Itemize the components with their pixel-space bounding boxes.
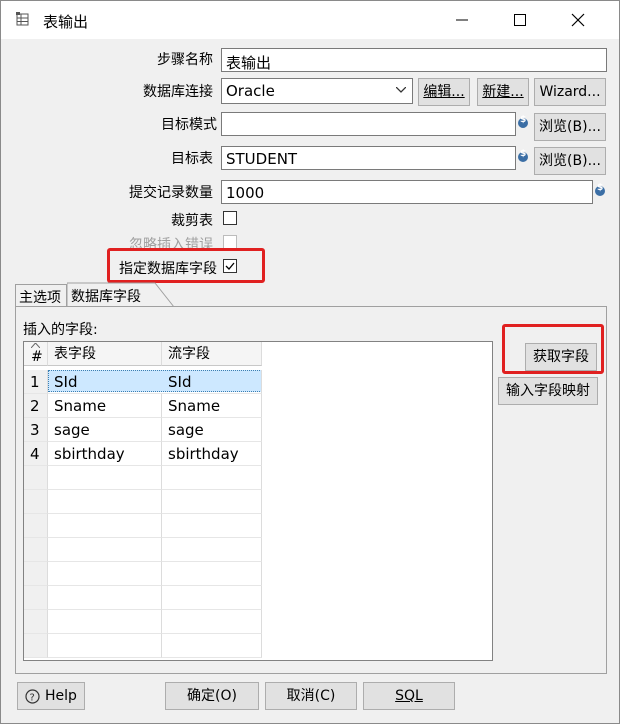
map-fields-button[interactable]: 输入字段映射 xyxy=(498,377,598,405)
title-bar: 表输出 xyxy=(1,1,619,39)
window-title: 表输出 xyxy=(43,13,89,31)
table-row[interactable]: 4 sbirthday sbirthday xyxy=(24,442,492,466)
edit-label: 编辑... xyxy=(423,84,465,100)
map-fields-label: 输入字段映射 xyxy=(506,383,590,399)
variable-icon xyxy=(518,115,528,128)
tab-main-options[interactable]: 主选项 xyxy=(15,284,67,306)
cancel-button[interactable]: 取消(C) xyxy=(265,682,357,710)
commit-size-label: 提交记录数量 xyxy=(129,185,213,201)
table-row[interactable]: 2 Sname Sname xyxy=(24,394,492,418)
target-table-label: 目标表 xyxy=(171,151,213,167)
sql-button[interactable]: SQL xyxy=(363,682,455,710)
help-button[interactable]: ? Help xyxy=(17,682,85,710)
wizard-label: Wizard... xyxy=(539,84,601,100)
column-header-stream-field[interactable]: 流字段 xyxy=(162,342,262,366)
get-fields-highlight xyxy=(502,324,604,374)
target-schema-label: 目标模式 xyxy=(161,117,217,133)
browse-label: 浏览(B)... xyxy=(539,153,601,169)
sql-label: SQL xyxy=(395,688,423,704)
column-header-num[interactable]: # xyxy=(24,342,48,366)
table-row-empty xyxy=(24,586,492,610)
fields-table[interactable]: # 表字段 流字段 1 SId SId 2 Sname Sname 3 sage… xyxy=(23,341,493,661)
table-row-empty xyxy=(24,466,492,490)
browse-schema-button[interactable]: 浏览(B)... xyxy=(534,113,606,141)
table-row-empty xyxy=(24,562,492,586)
wizard-button[interactable]: Wizard... xyxy=(534,78,606,106)
browse-label: 浏览(B)... xyxy=(539,119,601,135)
close-icon xyxy=(571,13,585,27)
commit-size-input[interactable]: 1000 xyxy=(221,180,593,204)
variable-icon xyxy=(518,149,528,162)
tab-main-options-label: 主选项 xyxy=(19,290,61,306)
close-button[interactable] xyxy=(557,5,603,35)
db-connection-select[interactable]: Oracle xyxy=(221,78,413,104)
step-name-input[interactable]: 表输出 xyxy=(221,48,607,72)
table-row[interactable]: 1 SId SId xyxy=(24,370,492,394)
table-header: # 表字段 流字段 xyxy=(24,342,492,366)
svg-text:?: ? xyxy=(30,693,35,704)
new-label: 新建... xyxy=(482,84,524,100)
maximize-icon xyxy=(514,14,526,26)
minimize-button[interactable] xyxy=(441,5,487,35)
help-label: Help xyxy=(45,688,77,704)
table-row[interactable]: 3 sage sage xyxy=(24,418,492,442)
browse-table-button[interactable]: 浏览(B)... xyxy=(534,147,606,175)
db-connection-label: 数据库连接 xyxy=(143,84,213,100)
truncate-label: 裁剪表 xyxy=(171,213,213,229)
edit-connection-button[interactable]: 编辑... xyxy=(418,78,470,106)
target-schema-input[interactable] xyxy=(221,112,516,136)
table-row-empty xyxy=(24,610,492,634)
table-output-icon xyxy=(16,12,29,26)
table-row-empty xyxy=(24,538,492,562)
maximize-button[interactable] xyxy=(499,5,545,35)
variable-icon xyxy=(595,183,605,196)
cancel-label: 取消(C) xyxy=(286,688,336,704)
table-row-empty xyxy=(24,490,492,514)
step-name-label: 步骤名称 xyxy=(157,52,213,68)
new-connection-button[interactable]: 新建... xyxy=(477,78,529,106)
specify-fields-highlight xyxy=(107,248,265,283)
ignore-errors-checkbox[interactable] xyxy=(223,235,237,249)
help-icon: ? xyxy=(25,689,40,704)
table-row-empty xyxy=(24,514,492,538)
tab-db-fields[interactable]: 数据库字段 xyxy=(71,286,141,306)
table-row-empty xyxy=(24,634,492,658)
dialog-window: 表输出 步骤名称 表输出 数据库连接 Oracle 编辑... 新建... Wi… xyxy=(0,0,620,724)
inserted-fields-label: 插入的字段: xyxy=(23,322,98,338)
target-table-input[interactable]: STUDENT xyxy=(221,146,516,170)
column-header-table-field[interactable]: 表字段 xyxy=(48,342,162,366)
chevron-down-icon xyxy=(396,87,406,93)
db-connection-value: Oracle xyxy=(226,82,275,100)
minimize-icon xyxy=(456,19,468,21)
ok-label: 确定(O) xyxy=(187,688,237,704)
ok-button[interactable]: 确定(O) xyxy=(165,682,259,710)
truncate-checkbox[interactable] xyxy=(223,211,237,225)
